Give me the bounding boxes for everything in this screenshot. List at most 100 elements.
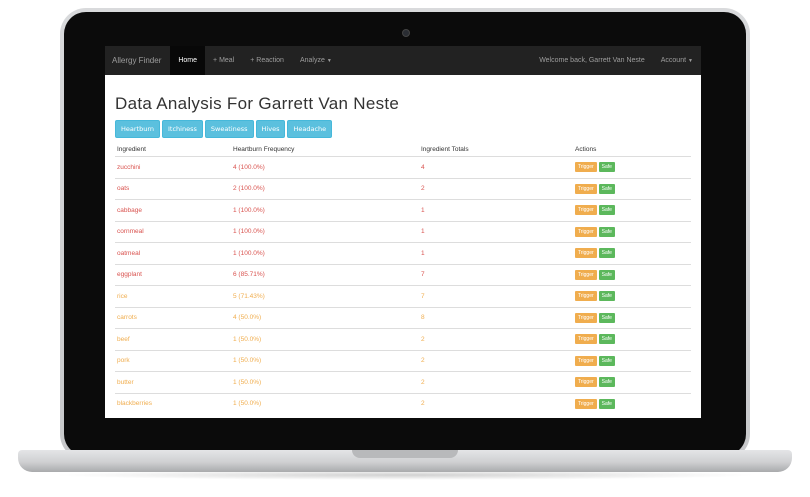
reaction-filter-buttons: Heartburn Itchiness Sweatiness Hives Hea… xyxy=(115,120,691,138)
navbar: Allergy Finder Home + Meal + Reaction An… xyxy=(105,46,701,75)
nav-add-reaction[interactable]: + Reaction xyxy=(242,46,292,75)
safe-button[interactable]: Safe xyxy=(598,312,615,323)
table-row: oatmeal 1 (100.0%) 1 Trigger Safe xyxy=(115,242,691,264)
page-title: Data Analysis For Garrett Van Neste xyxy=(115,94,400,113)
table-row: blackberries 1 (50.0%) 2 Trigger Safe xyxy=(115,392,691,414)
ingredient-cell: oats xyxy=(115,177,231,200)
actions-cell: Trigger Safe xyxy=(573,242,691,264)
safe-button[interactable]: Safe xyxy=(598,226,615,237)
filter-heartburn-button[interactable]: Heartburn xyxy=(115,120,161,138)
actions-cell: Trigger Safe xyxy=(573,328,691,350)
trigger-button[interactable]: Trigger xyxy=(575,205,597,216)
table-row: carrots 4 (50.0%) 8 Trigger Safe xyxy=(115,306,691,329)
filter-itchiness-button[interactable]: Itchiness xyxy=(162,120,203,138)
trigger-button[interactable]: Trigger xyxy=(575,162,597,173)
trigger-button[interactable]: Trigger xyxy=(575,398,597,409)
table-row: cornmeal 1 (100.0%) 1 Trigger Safe xyxy=(115,220,691,243)
ingredient-cell: eggplant xyxy=(115,263,231,286)
safe-button[interactable]: Safe xyxy=(598,205,615,216)
safe-button[interactable]: Safe xyxy=(598,183,615,194)
frequency-cell: 5 (71.43%) xyxy=(231,285,419,307)
browser-screen: Allergy Finder Home + Meal + Reaction An… xyxy=(105,46,701,418)
frequency-cell: 1 (50.0%) xyxy=(231,371,419,393)
total-cell: 1 xyxy=(419,199,573,221)
total-cell: 2 xyxy=(419,349,573,372)
ingredient-cell: pork xyxy=(115,349,231,372)
header-totals: Ingredient Totals xyxy=(419,142,573,157)
trigger-button[interactable]: Trigger xyxy=(575,355,597,366)
header-ingredient: Ingredient xyxy=(115,142,231,157)
filter-headache-button[interactable]: Headache xyxy=(287,120,333,138)
frequency-cell: 1 (50.0%) xyxy=(231,392,419,414)
table-row: beef 1 (50.0%) 2 Trigger Safe xyxy=(115,328,691,350)
total-cell: 7 xyxy=(419,285,573,307)
table-row: butter 1 (50.0%) 2 Trigger Safe xyxy=(115,371,691,393)
trigger-button[interactable]: Trigger xyxy=(575,377,597,388)
table-row: oats 2 (100.0%) 2 Trigger Safe xyxy=(115,177,691,200)
main-content: Data Analysis For Garrett Van Neste Hear… xyxy=(105,94,701,414)
ingredient-cell: oatmeal xyxy=(115,242,231,264)
ingredient-cell: rice xyxy=(115,285,231,307)
ingredient-cell: zucchini xyxy=(115,156,231,178)
actions-cell: Trigger Safe xyxy=(573,306,691,329)
total-cell: 2 xyxy=(419,371,573,393)
table-row: cabbage 1 (100.0%) 1 Trigger Safe xyxy=(115,199,691,221)
navbar-right: Welcome back, Garrett Van Neste Account ▼ xyxy=(531,46,701,75)
nav-home[interactable]: Home xyxy=(170,46,206,75)
actions-cell: Trigger Safe xyxy=(573,156,691,178)
safe-button[interactable]: Safe xyxy=(598,162,615,173)
ingredient-cell: carrots xyxy=(115,306,231,329)
account-dropdown[interactable]: Account ▼ xyxy=(653,46,701,75)
frequency-cell: 1 (50.0%) xyxy=(231,328,419,350)
frequency-cell: 4 (50.0%) xyxy=(231,306,419,329)
ingredient-cell: blackberries xyxy=(115,392,231,414)
frequency-cell: 1 (100.0%) xyxy=(231,242,419,264)
safe-button[interactable]: Safe xyxy=(598,248,615,259)
filter-sweatiness-button[interactable]: Sweatiness xyxy=(204,120,254,138)
total-cell: 2 xyxy=(419,177,573,200)
table-header-row: Ingredient Heartburn Frequency Ingredien… xyxy=(115,142,691,157)
table-row: eggplant 6 (85.71%) 7 Trigger Safe xyxy=(115,263,691,286)
total-cell: 1 xyxy=(419,220,573,243)
safe-button[interactable]: Safe xyxy=(598,377,615,388)
trigger-button[interactable]: Trigger xyxy=(575,226,597,237)
safe-button[interactable]: Safe xyxy=(598,398,615,409)
analysis-table: Ingredient Heartburn Frequency Ingredien… xyxy=(115,142,691,414)
ingredient-cell: cabbage xyxy=(115,199,231,221)
actions-cell: Trigger Safe xyxy=(573,371,691,393)
total-cell: 7 xyxy=(419,263,573,286)
nav-analyze-label: Analyze xyxy=(299,57,325,64)
safe-button[interactable]: Safe xyxy=(598,334,615,345)
nav-analyze-dropdown[interactable]: Analyze ▼ xyxy=(292,46,340,75)
table-row: zucchini 4 (100.0%) 4 Trigger Safe xyxy=(115,156,691,178)
ingredient-cell: cornmeal xyxy=(115,220,231,243)
frequency-cell: 4 (100.0%) xyxy=(231,156,419,178)
total-cell: 1 xyxy=(419,242,573,264)
actions-cell: Trigger Safe xyxy=(573,199,691,221)
frequency-cell: 1 (50.0%) xyxy=(231,349,419,372)
trigger-button[interactable]: Trigger xyxy=(575,334,597,345)
nav-add-meal[interactable]: + Meal xyxy=(205,46,242,75)
account-label: Account xyxy=(660,57,687,64)
safe-button[interactable]: Safe xyxy=(598,291,615,302)
total-cell: 8 xyxy=(419,306,573,329)
actions-cell: Trigger Safe xyxy=(573,177,691,200)
caret-down-icon: ▼ xyxy=(326,58,332,64)
safe-button[interactable]: Safe xyxy=(598,355,615,366)
trigger-button[interactable]: Trigger xyxy=(575,312,597,323)
trigger-button[interactable]: Trigger xyxy=(575,291,597,302)
filter-hives-button[interactable]: Hives xyxy=(255,120,286,138)
webcam-icon xyxy=(402,29,410,37)
trigger-button[interactable]: Trigger xyxy=(575,248,597,259)
brand-logo[interactable]: Allergy Finder xyxy=(105,56,170,65)
actions-cell: Trigger Safe xyxy=(573,263,691,286)
header-actions: Actions xyxy=(573,142,691,157)
total-cell: 2 xyxy=(419,328,573,350)
frequency-cell: 6 (85.71%) xyxy=(231,263,419,286)
welcome-message[interactable]: Welcome back, Garrett Van Neste xyxy=(531,46,653,75)
safe-button[interactable]: Safe xyxy=(598,269,615,280)
trigger-button[interactable]: Trigger xyxy=(575,269,597,280)
trigger-button[interactable]: Trigger xyxy=(575,183,597,194)
frequency-cell: 1 (100.0%) xyxy=(231,220,419,243)
frequency-cell: 2 (100.0%) xyxy=(231,177,419,200)
